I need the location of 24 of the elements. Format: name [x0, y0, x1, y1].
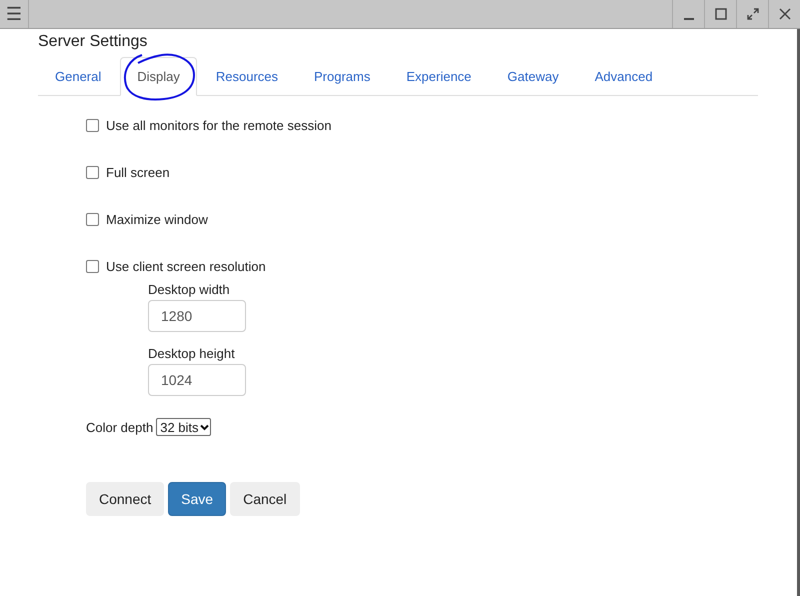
- action-button[interactable]: Save: [168, 482, 226, 516]
- input-field[interactable]: 1024: [148, 364, 246, 396]
- checkbox-label: Use client screen resolution: [106, 259, 266, 274]
- checkbox-label: Maximize window: [106, 212, 208, 227]
- field-label: Desktop height: [148, 346, 236, 361]
- checkbox[interactable]: [86, 166, 99, 179]
- checkbox[interactable]: [86, 213, 99, 226]
- field-label: Color depth: [86, 420, 154, 434]
- dialog-title: Server Settings: [38, 32, 148, 52]
- action-button[interactable]: Cancel: [230, 482, 300, 516]
- expand-arrows-icon: [746, 8, 758, 20]
- tab[interactable]: Display: [120, 57, 197, 96]
- chevron-icon: [200, 424, 209, 430]
- action-button[interactable]: Connect: [86, 482, 164, 516]
- checkbox[interactable]: [86, 260, 99, 273]
- field-label: Desktop width: [148, 282, 231, 297]
- minimize-icon: [684, 18, 694, 20]
- color-depth-select[interactable]: 32 bits: [156, 418, 211, 436]
- checkbox-label: Full screen: [106, 165, 170, 180]
- checkbox-label: Use all monitors for the remote session: [106, 118, 332, 133]
- close-icon: [778, 8, 790, 20]
- checkbox[interactable]: [86, 119, 99, 132]
- input-field[interactable]: 1280: [148, 300, 246, 332]
- maximize-icon: [714, 8, 726, 20]
